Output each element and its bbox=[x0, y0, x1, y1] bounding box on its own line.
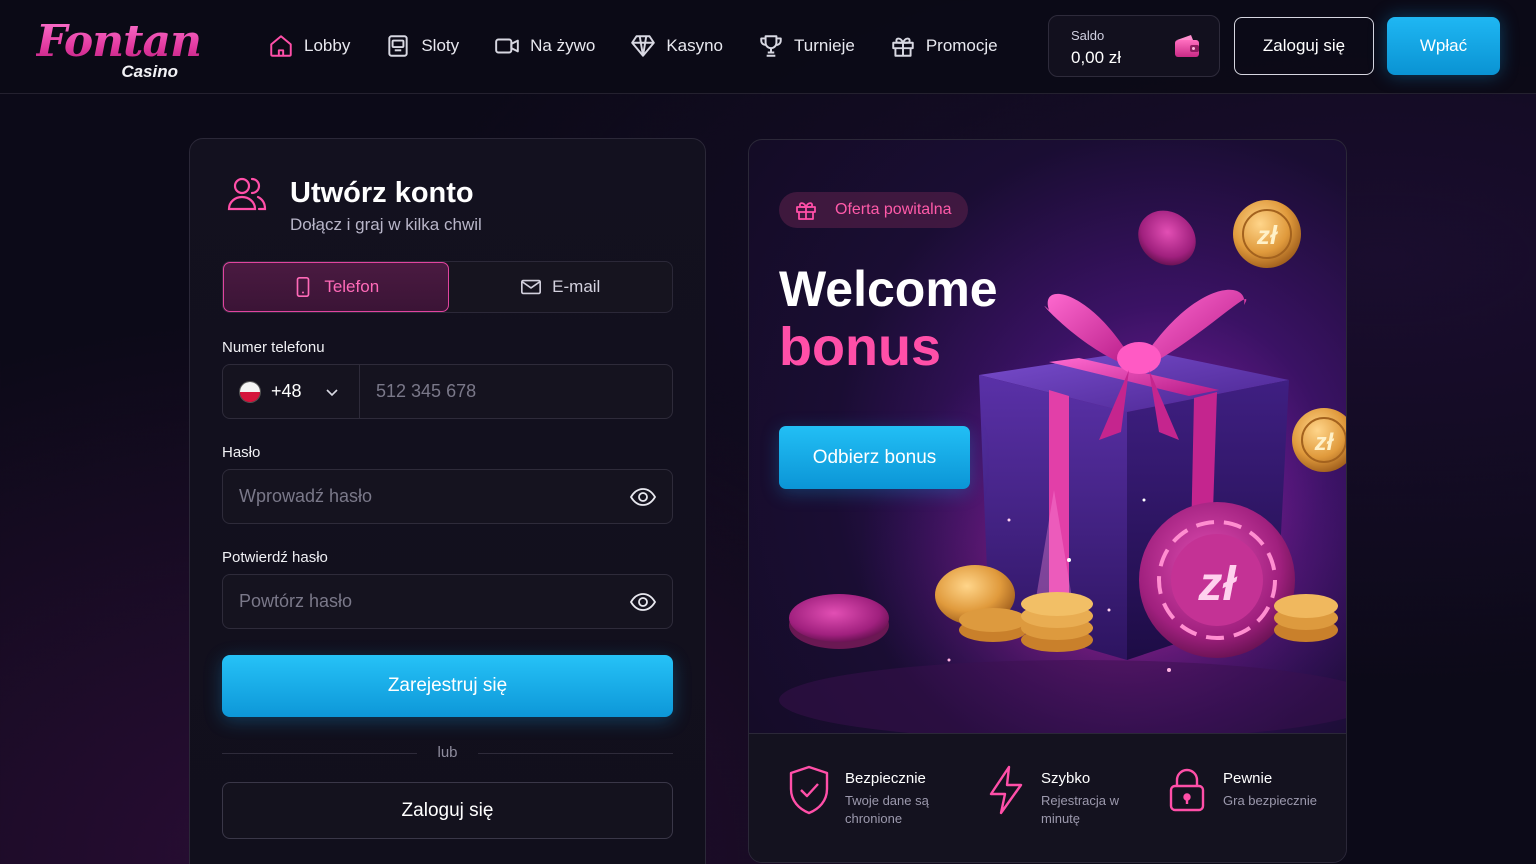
wallet-icon bbox=[1175, 35, 1199, 57]
country-code-select[interactable]: +48 bbox=[223, 365, 360, 418]
diamond-icon bbox=[631, 35, 656, 57]
register-card: Utwórz konto Dołącz i graj w kilka chwil… bbox=[189, 138, 706, 864]
login-secondary-button[interactable]: Zaloguj się bbox=[222, 782, 673, 839]
nav-label: Lobby bbox=[304, 36, 351, 55]
trophy-icon bbox=[760, 35, 782, 57]
badge-label: Oferta powitalna bbox=[835, 201, 952, 218]
tab-label: Telefon bbox=[324, 277, 380, 296]
nav-label: Na żywo bbox=[530, 36, 596, 55]
confirm-password-field bbox=[222, 574, 673, 629]
claim-bonus-button[interactable]: Odbierz bonus bbox=[779, 426, 970, 489]
feature-title: Szybko bbox=[1041, 770, 1091, 787]
deposit-button[interactable]: Wpłać bbox=[1387, 17, 1500, 75]
home-icon bbox=[270, 35, 292, 57]
tab-label: E-mail bbox=[552, 277, 601, 296]
gift-icon bbox=[796, 202, 816, 220]
slot-machine-icon bbox=[388, 35, 408, 57]
nav-item-kasyno[interactable]: Kasyno bbox=[630, 33, 723, 59]
lightning-icon bbox=[989, 765, 1023, 815]
brand-logo[interactable]: Fontan Casino bbox=[36, 16, 202, 82]
feature-reliable: Pewnie Gra bezpiecznie bbox=[1165, 764, 1323, 816]
shield-check-icon bbox=[789, 765, 829, 815]
svg-text:zł: zł bbox=[1314, 429, 1335, 456]
or-label: lub bbox=[437, 744, 458, 761]
confirm-password-label: Potwierdź hasło bbox=[222, 549, 328, 566]
brand-subtitle: Casino bbox=[121, 62, 178, 81]
nav-item-live[interactable]: Na żywo bbox=[494, 33, 595, 59]
promo-headline: Welcome bbox=[779, 261, 998, 317]
feature-title: Pewnie bbox=[1223, 770, 1273, 787]
feature-fast: Szybko Rejestracja w minutę bbox=[983, 764, 1141, 828]
register-subtitle: Dołącz i graj w kilka chwil bbox=[290, 215, 482, 234]
gift-icon bbox=[892, 37, 914, 57]
poland-flag-icon bbox=[239, 380, 261, 403]
welcome-offer-badge: Oferta powitalna bbox=[779, 192, 968, 228]
register-title: Utwórz konto bbox=[290, 177, 474, 209]
lock-icon bbox=[1169, 768, 1205, 812]
svg-text:zł: zł bbox=[1256, 220, 1279, 250]
confirm-password-input[interactable] bbox=[223, 591, 630, 612]
phone-input[interactable] bbox=[360, 365, 672, 418]
users-icon bbox=[227, 177, 267, 211]
nav-label: Kasyno bbox=[666, 36, 724, 55]
password-field bbox=[222, 469, 673, 524]
register-button[interactable]: Zarejestruj się bbox=[222, 655, 673, 717]
eye-icon[interactable] bbox=[630, 592, 656, 612]
video-camera-icon bbox=[495, 38, 519, 54]
nav-label: Promocje bbox=[925, 36, 998, 55]
balance-widget[interactable]: Saldo 0,00 zł bbox=[1048, 15, 1220, 77]
brand-name: Fontan bbox=[36, 16, 202, 67]
phone-label: Numer telefonu bbox=[222, 339, 325, 356]
nav-item-turnieje[interactable]: Turnieje bbox=[758, 33, 855, 59]
mail-icon bbox=[521, 279, 542, 295]
nav-label: Sloty bbox=[421, 36, 460, 55]
balance-value: 0,00 zł bbox=[1071, 48, 1122, 67]
feature-desc: Rejestracja w minutę bbox=[1041, 793, 1120, 826]
promo-headline-accent: bonus bbox=[779, 317, 941, 377]
svg-text:zł: zł bbox=[1197, 558, 1237, 611]
phone-icon bbox=[297, 277, 310, 297]
feature-secure: Bezpiecznie Twoje dane są chronione bbox=[787, 764, 945, 828]
feature-title: Bezpiecznie bbox=[845, 770, 926, 787]
nav-item-promocje[interactable]: Promocje bbox=[890, 33, 998, 59]
password-label: Hasło bbox=[222, 444, 261, 461]
feature-desc: Gra bezpiecznie bbox=[1223, 793, 1317, 808]
nav-item-lobby[interactable]: Lobby bbox=[268, 33, 350, 59]
phone-field: +48 bbox=[222, 364, 673, 419]
or-divider: lub bbox=[222, 743, 673, 763]
nav-label: Turnieje bbox=[794, 36, 855, 55]
country-code: +48 bbox=[271, 381, 302, 401]
tab-phone[interactable]: Telefon bbox=[223, 262, 449, 312]
top-header: Fontan Casino Lobby Sloty Na żywo Kasyno… bbox=[0, 0, 1536, 94]
chevron-down-icon bbox=[325, 388, 338, 396]
balance-label: Saldo bbox=[1071, 28, 1105, 43]
eye-icon[interactable] bbox=[630, 487, 656, 507]
password-input[interactable] bbox=[223, 486, 630, 507]
signup-method-tabs: Telefon E-mail bbox=[222, 261, 673, 313]
welcome-bonus-card: zł zł zł Oferta powitalna Welcome bonus … bbox=[748, 139, 1347, 863]
login-button[interactable]: Zaloguj się bbox=[1234, 17, 1374, 75]
nav-item-sloty[interactable]: Sloty bbox=[385, 33, 459, 59]
feature-strip: Bezpiecznie Twoje dane są chronione Szyb… bbox=[749, 733, 1346, 862]
main-nav: Lobby Sloty Na żywo Kasyno Turnieje Prom… bbox=[268, 26, 1033, 66]
tab-email[interactable]: E-mail bbox=[449, 262, 673, 312]
feature-desc: Twoje dane są chronione bbox=[845, 793, 929, 826]
